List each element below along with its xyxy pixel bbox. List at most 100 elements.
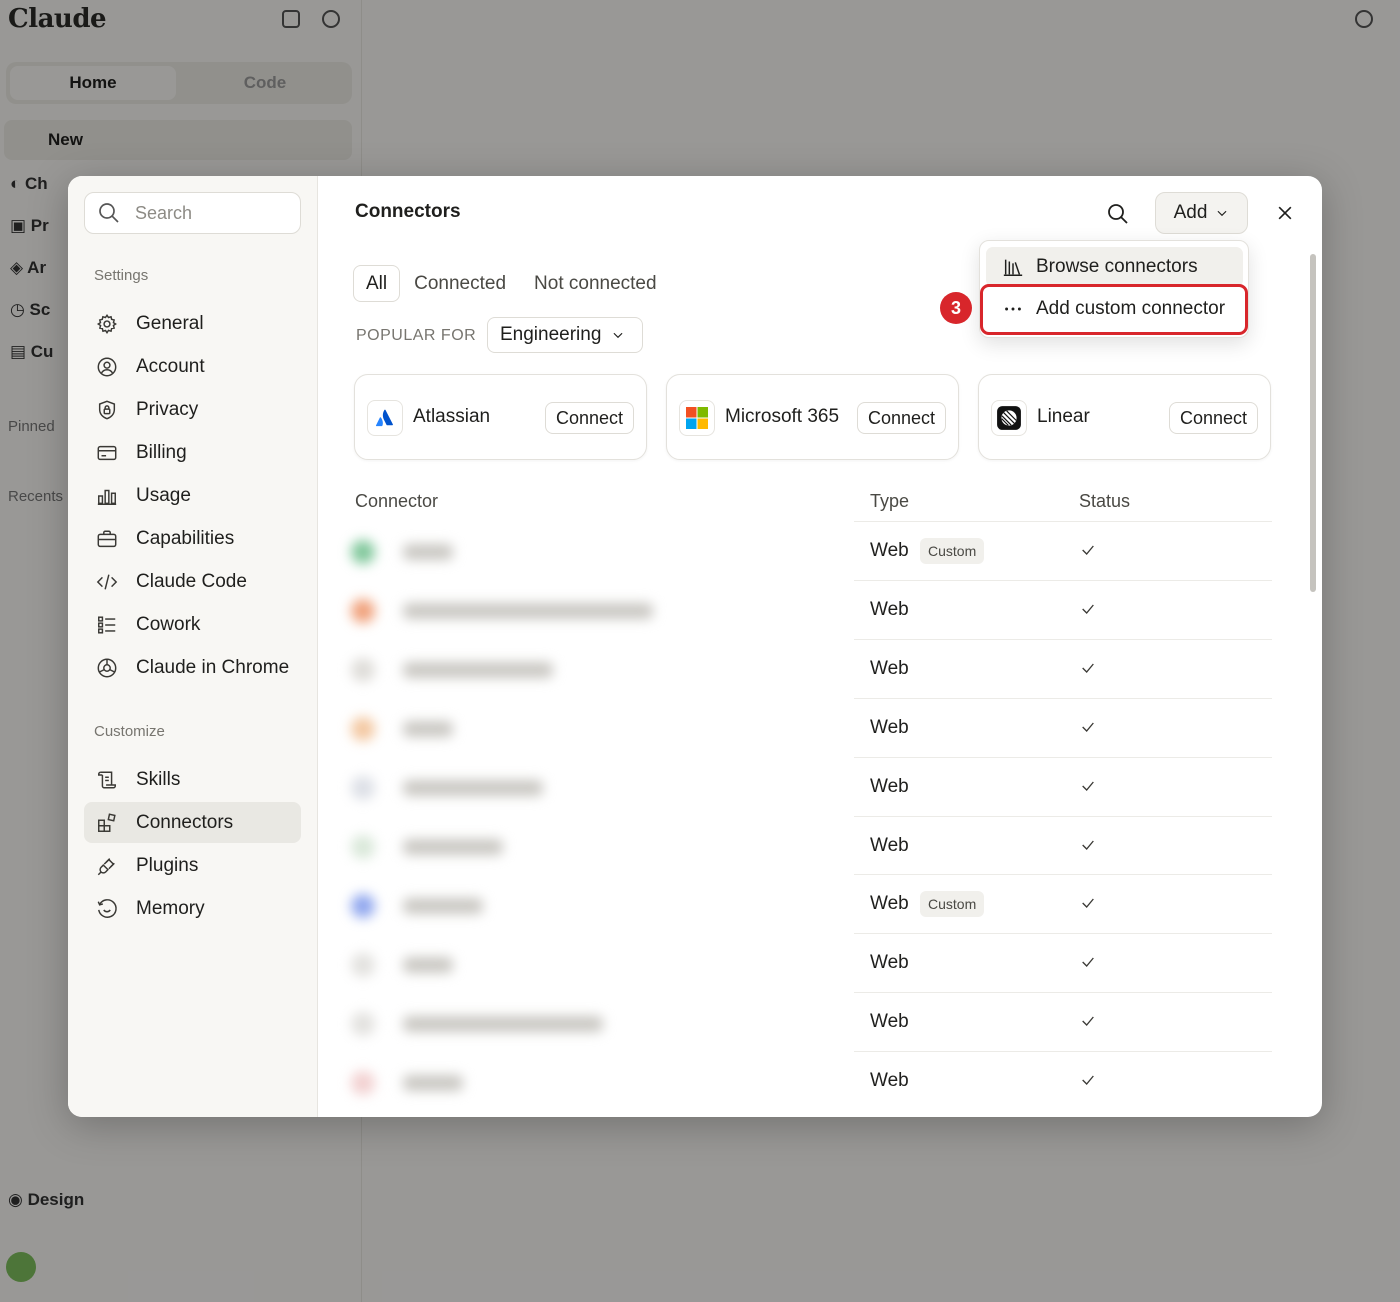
row-type: Web xyxy=(870,717,909,738)
nav-item-capabilities[interactable]: Capabilities xyxy=(84,518,301,559)
table-row[interactable]: Web xyxy=(854,639,1272,698)
nav-item-skills[interactable]: Skills xyxy=(84,759,301,800)
blurred-connector-name[interactable] xyxy=(351,949,711,979)
row-type: Web xyxy=(870,599,909,620)
custom-badge: Custom xyxy=(920,538,985,564)
nav-item-label: Account xyxy=(136,355,205,377)
connector-card-atlassian[interactable]: Atlassian Connect xyxy=(354,374,647,460)
tab-all[interactable]: All xyxy=(353,265,401,302)
table-row[interactable]: Web Custom xyxy=(854,521,1272,580)
row-type: Web xyxy=(870,776,909,797)
memory-icon xyxy=(97,898,117,918)
connect-button[interactable]: Connect xyxy=(856,402,946,434)
nav-item-account[interactable]: Account xyxy=(84,346,301,387)
nav-item-claude-in-chrome[interactable]: Claude in Chrome xyxy=(84,647,301,688)
blurred-connector-name[interactable] xyxy=(351,536,711,566)
nav-item-claude-code[interactable]: Claude Code xyxy=(84,561,301,602)
connector-card-linear[interactable]: Linear Connect xyxy=(978,374,1271,460)
nav-item-privacy[interactable]: Privacy xyxy=(84,389,301,430)
blurred-connector-name[interactable] xyxy=(351,595,711,625)
briefcase-icon xyxy=(97,529,117,547)
connector-card-microsoft-365[interactable]: Microsoft 365 Connect xyxy=(666,374,959,460)
row-type: Web xyxy=(870,540,909,561)
table-row[interactable]: Web Custom xyxy=(854,874,1272,933)
table-row[interactable]: Web xyxy=(854,992,1272,1051)
blurred-connector-name[interactable] xyxy=(351,1008,711,1038)
nav-item-usage[interactable]: Usage xyxy=(84,475,301,516)
customize-section-label: Customize xyxy=(94,723,165,740)
scrollbar[interactable] xyxy=(1310,254,1316,592)
library-icon xyxy=(1003,259,1023,276)
nav-item-plugins[interactable]: Plugins xyxy=(84,845,301,886)
globe-icon xyxy=(97,658,117,677)
credit-card-icon xyxy=(97,445,117,460)
nav-item-connectors[interactable]: Connectors xyxy=(84,802,301,843)
row-type: Web xyxy=(870,952,909,973)
connector-card-name: Microsoft 365 xyxy=(725,406,840,427)
check-icon xyxy=(1082,781,1094,791)
blurred-connector-name[interactable] xyxy=(351,890,711,920)
blurred-connector-name[interactable] xyxy=(351,772,711,802)
check-icon xyxy=(1082,840,1094,850)
atlassian-logo xyxy=(367,400,403,436)
atlassian-icon xyxy=(375,409,393,427)
page-title: Connectors xyxy=(355,201,461,222)
nav-item-cowork[interactable]: Cowork xyxy=(84,604,301,645)
table-row[interactable]: Web xyxy=(854,580,1272,639)
nav-item-label: Connectors xyxy=(136,811,234,833)
blurred-connector-name[interactable] xyxy=(351,713,711,743)
nav-item-label: Usage xyxy=(136,484,191,506)
microsoft-logo xyxy=(679,400,715,436)
checklist-icon xyxy=(98,615,116,634)
shield-lock-icon xyxy=(98,400,116,419)
search-placeholder: Search xyxy=(135,202,193,223)
check-icon xyxy=(1082,604,1094,614)
step-number-badge: 3 xyxy=(940,292,972,324)
column-header-status: Status xyxy=(1079,491,1131,511)
connect-button[interactable]: Connect xyxy=(1168,402,1258,434)
table-row[interactable]: Web xyxy=(854,816,1272,875)
add-button[interactable]: Add xyxy=(1155,192,1248,234)
tab-not-connected[interactable]: Not connected xyxy=(520,265,671,302)
add-button-label: Add xyxy=(1173,202,1208,223)
popular-for-label: POPULAR FOR xyxy=(356,327,477,344)
search-button[interactable] xyxy=(1103,199,1133,229)
tab-connected[interactable]: Connected xyxy=(400,265,520,302)
blurred-connector-name[interactable] xyxy=(351,831,711,861)
table-row[interactable]: Web xyxy=(854,933,1272,992)
settings-sidebar: Search Settings General Account Privacy … xyxy=(68,176,318,1117)
close-button[interactable] xyxy=(1270,198,1300,228)
blurred-connector-name[interactable] xyxy=(351,1067,711,1097)
check-icon xyxy=(1082,1075,1094,1085)
nav-item-general[interactable]: General xyxy=(84,303,301,344)
nav-item-label: Capabilities xyxy=(136,527,235,549)
table-row[interactable]: Web xyxy=(854,757,1272,816)
highlight-outline xyxy=(980,284,1248,335)
search-input[interactable]: Search xyxy=(84,192,301,234)
popular-for-select[interactable]: Engineering xyxy=(487,317,643,353)
close-icon xyxy=(1278,206,1292,220)
check-icon xyxy=(1082,957,1094,967)
filter-tabs: All Connected Not connected xyxy=(353,265,671,302)
linear-icon xyxy=(997,406,1021,430)
connect-button[interactable]: Connect xyxy=(544,402,634,434)
table-row[interactable]: Web xyxy=(854,698,1272,757)
chevron-down-icon xyxy=(613,332,623,339)
connectors-icon xyxy=(98,812,116,832)
row-type: Web xyxy=(870,1070,909,1091)
row-type: Web xyxy=(870,658,909,679)
nav-item-memory[interactable]: Memory xyxy=(84,888,301,929)
chevron-down-icon xyxy=(1217,210,1227,217)
plug-icon xyxy=(97,857,115,875)
column-header-type: Type xyxy=(870,491,910,511)
nav-item-label: Privacy xyxy=(136,398,199,420)
connector-card-name: Atlassian xyxy=(413,406,491,427)
popular-for-value: Engineering xyxy=(500,324,602,345)
row-type: Web xyxy=(870,835,909,856)
nav-item-label: Claude in Chrome xyxy=(136,656,290,678)
check-icon xyxy=(1082,898,1094,908)
nav-item-billing[interactable]: Billing xyxy=(84,432,301,473)
menu-item-browse-connectors[interactable]: Browse connectors xyxy=(986,247,1243,287)
table-row[interactable]: Web xyxy=(854,1051,1272,1110)
blurred-connector-name[interactable] xyxy=(351,654,711,684)
